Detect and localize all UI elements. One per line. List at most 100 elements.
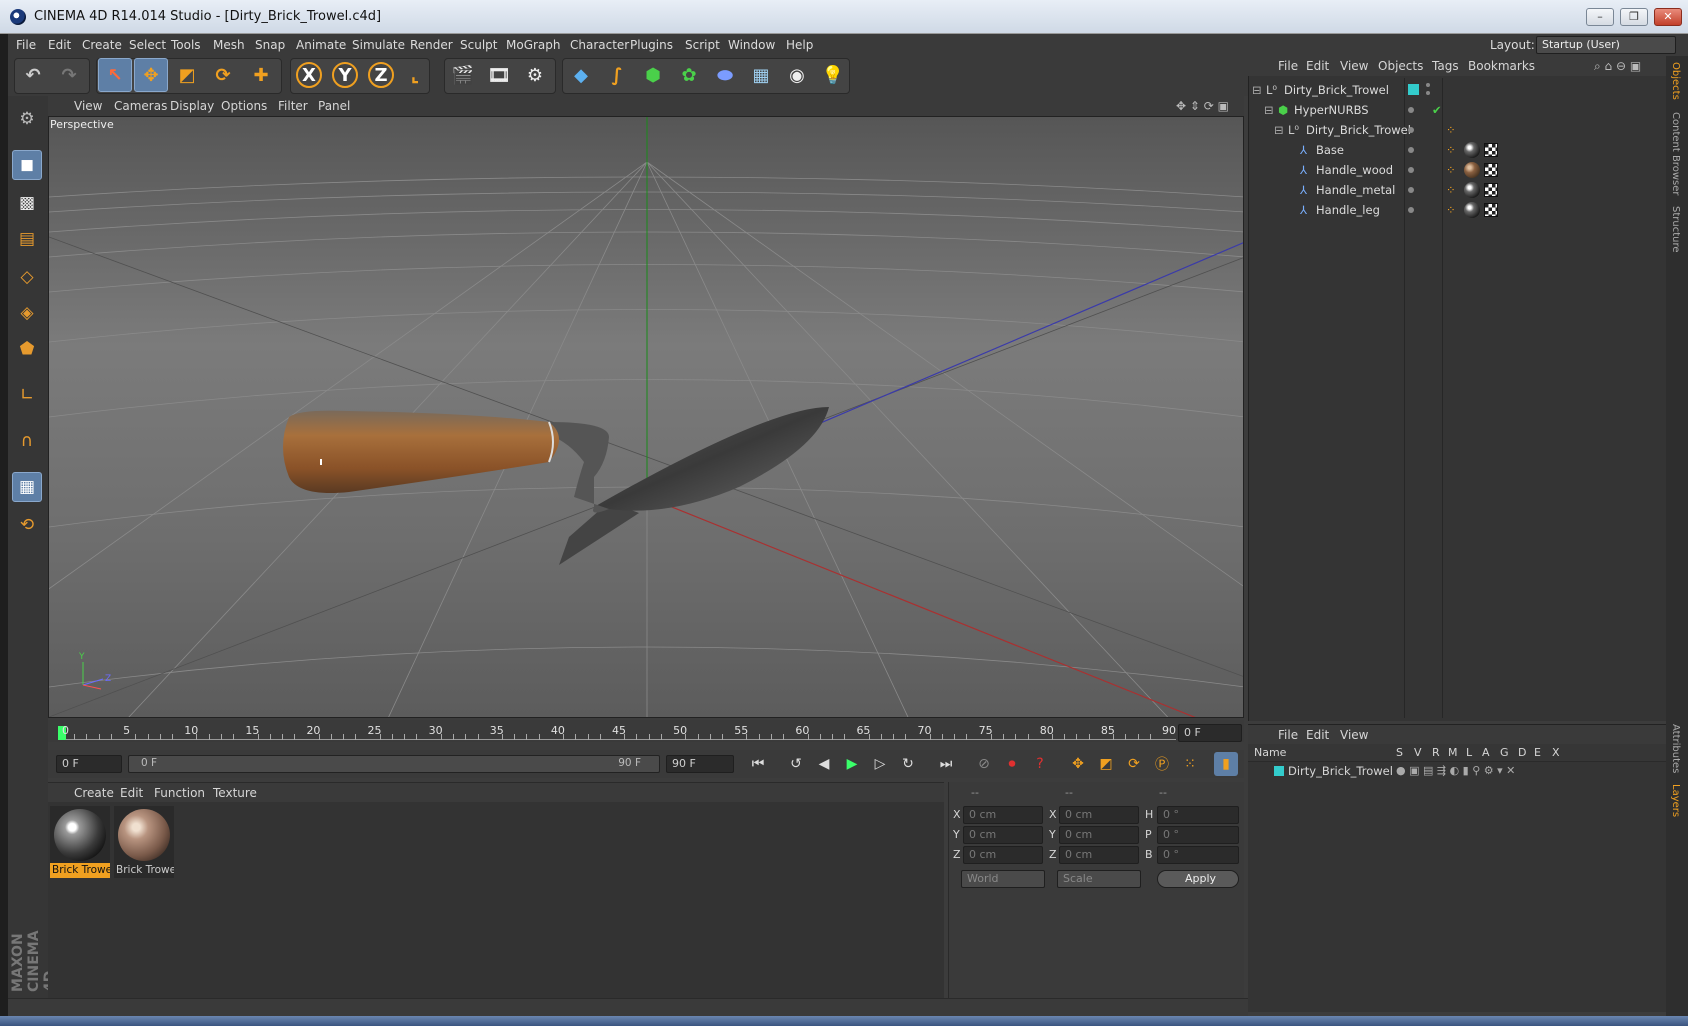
key-position-icon[interactable]: ✥ xyxy=(1066,752,1090,776)
nurbs-icon[interactable]: ⬢ xyxy=(636,58,670,92)
layer-col-locked[interactable]: L xyxy=(1466,746,1472,759)
menu-sculpt[interactable]: Sculpt xyxy=(460,38,497,52)
menu-animate[interactable]: Animate xyxy=(296,38,346,52)
viewport-menu-cameras[interactable]: Cameras xyxy=(114,99,167,113)
object-menu-objects[interactable]: Objects xyxy=(1378,59,1423,73)
cube-primitive-icon[interactable]: ◆ xyxy=(564,58,598,92)
layer-menu-edit[interactable]: Edit xyxy=(1306,728,1329,742)
uvw-tag-icon[interactable] xyxy=(1484,143,1498,157)
uvw-tag-icon[interactable] xyxy=(1484,183,1498,197)
next-frame-icon[interactable]: ▷ xyxy=(868,752,892,776)
tab-attributes[interactable]: Attributes xyxy=(1670,724,1681,773)
menu-mograph[interactable]: MoGraph xyxy=(506,38,561,52)
workplane-mode-icon[interactable]: ▤ xyxy=(12,224,42,254)
viewport-menu-display[interactable]: Display xyxy=(170,99,214,113)
light-icon[interactable]: 💡 xyxy=(816,58,850,92)
layer-col-manager[interactable]: M xyxy=(1448,746,1458,759)
coord-size-y[interactable]: 0 cm xyxy=(1059,826,1139,844)
redo-icon[interactable]: ↷ xyxy=(52,58,86,92)
phong-tag-icon[interactable]: ⁘ xyxy=(1446,203,1456,217)
x-axis-lock-icon[interactable]: X xyxy=(292,58,326,92)
layer-col-generators[interactable]: G xyxy=(1500,746,1509,759)
layer-flag-icons[interactable]: ● ▣ ▤ ⇶ ◐ ▮ ⚲ ⚙ ▾ ✕ xyxy=(1396,764,1515,777)
menu-window[interactable]: Window xyxy=(728,38,775,52)
camera-icon[interactable]: ◉ xyxy=(780,58,814,92)
menu-select[interactable]: Select xyxy=(129,38,166,52)
coord-pos-z[interactable]: 0 cm xyxy=(963,846,1043,864)
material-tag-icon[interactable] xyxy=(1464,182,1480,198)
previous-key-icon[interactable]: ↺ xyxy=(784,752,808,776)
model-mode-icon[interactable]: ◼ xyxy=(12,150,42,180)
coord-rot-h[interactable]: 0 ° xyxy=(1157,806,1239,824)
coord-size-mode-dropdown[interactable]: Scale xyxy=(1057,870,1141,888)
layer-col-solo[interactable]: S xyxy=(1396,746,1403,759)
material-tag-icon[interactable] xyxy=(1464,142,1480,158)
frame-range-slider[interactable]: 0 F 90 F xyxy=(128,755,660,773)
object-row[interactable]: ⊟ ⬢ HyperNURBS ✔ xyxy=(1250,100,1664,120)
material-tag-icon[interactable] xyxy=(1464,162,1480,178)
menu-render[interactable]: Render xyxy=(410,38,453,52)
coord-rot-p[interactable]: 0 ° xyxy=(1157,826,1239,844)
make-editable-icon[interactable]: ⚙ xyxy=(12,104,42,134)
go-to-end-icon[interactable]: ⏭ xyxy=(934,752,958,776)
layer-menu-file[interactable]: File xyxy=(1278,728,1298,742)
menu-file[interactable]: File xyxy=(16,38,36,52)
end-frame-field[interactable]: 90 F xyxy=(666,755,734,773)
menu-mesh[interactable]: Mesh xyxy=(213,38,245,52)
coord-rot-b[interactable]: 0 ° xyxy=(1157,846,1239,864)
material-swatch-wood[interactable]: Brick Trowel xyxy=(114,806,174,878)
render-settings-icon[interactable]: ⚙ xyxy=(518,58,552,92)
start-frame-field[interactable]: 0 F xyxy=(56,755,122,773)
coord-size-z[interactable]: 0 cm xyxy=(1059,846,1139,864)
viewport-menu-panel[interactable]: Panel xyxy=(318,99,350,113)
enabled-check-icon[interactable]: ✔ xyxy=(1432,103,1442,117)
live-selection-icon[interactable]: ↖ xyxy=(98,58,132,92)
layer-menu-view[interactable]: View xyxy=(1340,728,1368,742)
axis-mode-icon[interactable]: ∟ xyxy=(12,380,42,410)
move-tool-icon[interactable]: ✥ xyxy=(134,58,168,92)
status-dot-icon[interactable] xyxy=(1408,167,1414,173)
object-menu-bookmarks[interactable]: Bookmarks xyxy=(1468,59,1535,73)
layer-col-deformers[interactable]: D xyxy=(1518,746,1526,759)
tab-layers[interactable]: Layers xyxy=(1670,784,1681,817)
viewport-menu-view[interactable]: View xyxy=(74,99,102,113)
edges-mode-icon[interactable]: ◈ xyxy=(12,298,42,328)
material-swatch-metal[interactable]: Brick Trowel xyxy=(50,806,110,878)
coord-size-x[interactable]: 0 cm xyxy=(1059,806,1139,824)
menu-tools[interactable]: Tools xyxy=(171,38,201,52)
layer-col-view[interactable]: V xyxy=(1414,746,1422,759)
menu-create[interactable]: Create xyxy=(82,38,122,52)
uvw-tag-icon[interactable] xyxy=(1484,163,1498,177)
autokey-icon[interactable]: ⏺ xyxy=(1000,752,1024,776)
phong-tag-icon[interactable]: ⁘ xyxy=(1446,183,1456,197)
material-tag-icon[interactable] xyxy=(1464,202,1480,218)
close-button[interactable]: ✕ xyxy=(1654,8,1682,26)
menu-character[interactable]: Character xyxy=(570,38,629,52)
tab-objects[interactable]: Objects xyxy=(1670,62,1681,100)
status-dot-icon[interactable] xyxy=(1408,107,1414,113)
render-picture-viewer-icon[interactable]: 🎞 xyxy=(482,58,516,92)
object-row[interactable]: ⅄ Handle_leg ⁘ xyxy=(1250,200,1664,220)
viewport-nav-icons[interactable]: ✥ ⇕ ⟳ ▣ xyxy=(1176,99,1229,113)
phong-tag-icon[interactable]: ⁘ xyxy=(1446,163,1456,177)
coord-pos-y[interactable]: 0 cm xyxy=(963,826,1043,844)
spline-icon[interactable]: ∫ xyxy=(600,58,634,92)
material-menu-create[interactable]: Create xyxy=(74,786,114,800)
current-frame-field[interactable]: 0 F xyxy=(1178,724,1242,742)
undo-icon[interactable]: ↶ xyxy=(16,58,50,92)
layer-col-render[interactable]: R xyxy=(1432,746,1440,759)
status-dot-icon[interactable] xyxy=(1408,207,1414,213)
layer-col-expressions[interactable]: E xyxy=(1534,746,1541,759)
layer-color-icon[interactable] xyxy=(1408,84,1419,95)
visibility-render-icon[interactable] xyxy=(1426,91,1430,95)
render-view-icon[interactable]: 🎬 xyxy=(446,58,480,92)
menu-script[interactable]: Script xyxy=(685,38,720,52)
object-row[interactable]: ⅄ Handle_metal ⁘ xyxy=(1250,180,1664,200)
object-row[interactable]: ⅄ Handle_wood ⁘ xyxy=(1250,160,1664,180)
viewport-menu-filter[interactable]: Filter xyxy=(278,99,308,113)
rotate-tool-icon[interactable]: ⟳ xyxy=(206,58,240,92)
minimize-button[interactable]: – xyxy=(1586,8,1614,26)
scale-tool-icon[interactable]: ◩ xyxy=(170,58,204,92)
record-keys-icon[interactable]: ⊘ xyxy=(972,752,996,776)
floor-icon[interactable]: ▦ xyxy=(744,58,778,92)
